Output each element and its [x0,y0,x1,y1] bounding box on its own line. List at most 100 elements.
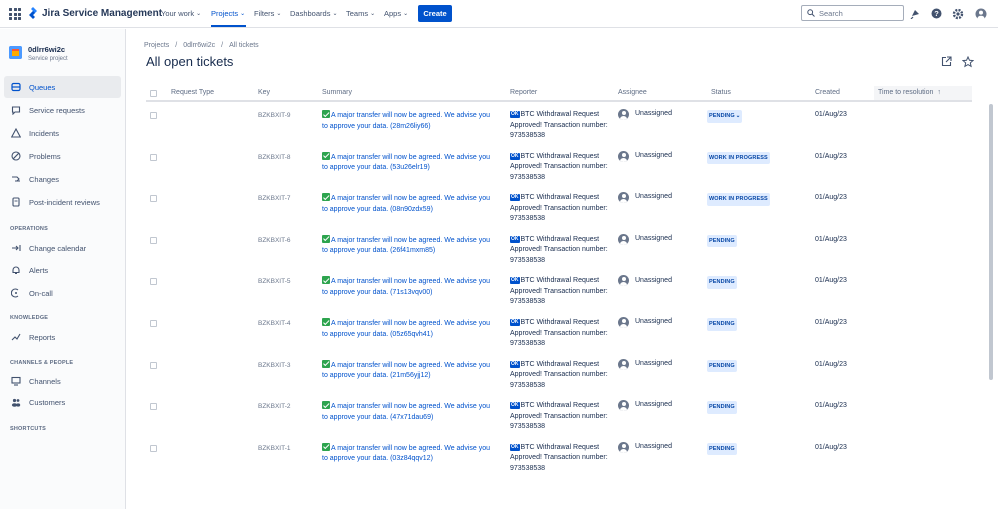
status-badge[interactable]: PENDING⌄ [707,110,743,123]
ticket-summary[interactable]: A major transfer will now be agreed. We … [322,318,492,340]
status-badge[interactable]: PENDING [707,401,737,414]
status-badge[interactable]: WORK IN PROGRESS [707,193,770,206]
ticket-key[interactable]: BZKBXIT-7 [258,194,291,205]
ticket-summary[interactable]: A major transfer will now be agreed. We … [322,193,492,215]
ticket-key[interactable]: BZKBXIT-4 [258,319,291,330]
ticket-assignee[interactable]: Unassigned [618,192,672,204]
ticket-summary[interactable]: A major transfer will now be agreed. We … [322,359,492,382]
ticket-assignee[interactable]: Unassigned [618,233,672,245]
ticket-assignee[interactable]: Unassigned [618,317,672,328]
ticket-summary[interactable]: A major transfer will now be agreed. We … [322,234,492,257]
sidebar-item-problems[interactable]: Problems [4,145,121,167]
status-badge[interactable]: WORK IN PROGRESS [707,151,770,165]
ticket-assignee[interactable]: Unassigned [618,358,672,370]
nav-dashboards[interactable]: Dashboards ⌄ [290,9,337,18]
nav-your-work[interactable]: Your work ⌄ [161,9,201,18]
breadcrumb-project[interactable]: 0dlrr6wi2c [183,42,215,49]
ticket-key[interactable]: BZKBXIT-5 [258,277,291,288]
ticket-assignee[interactable]: Unassigned [618,275,672,287]
table-row[interactable]: BZKBXIT-7 A major transfer will now be ag… [146,188,972,229]
column-reporter[interactable]: Reporter [510,89,537,96]
create-button[interactable]: Create [418,5,452,22]
sidebar-item-change-calendar[interactable]: Change calendar [4,237,121,259]
ticket-key[interactable]: BZKBXIT-9 [258,111,291,122]
row-checkbox[interactable] [150,361,157,369]
ticket-key[interactable]: BZKBXIT-2 [258,402,291,413]
search-box[interactable] [801,5,904,21]
ticket-key[interactable]: BZKBXIT-8 [258,153,291,164]
column-assignee[interactable]: Assignee [618,89,647,96]
sidebar-item-customers[interactable]: Customers [4,391,121,413]
column-created[interactable]: Created [815,89,840,96]
sidebar-item-reports[interactable]: Reports [4,326,121,348]
row-checkbox[interactable] [150,153,157,161]
profile-avatar-icon[interactable] [974,7,987,20]
ticket-status[interactable]: WORK IN PROGRESS [707,193,770,206]
ticket-status[interactable]: PENDING [707,401,737,414]
project-header[interactable]: 0dlrr6wi2c Service project [9,45,68,62]
ticket-status[interactable]: PENDING [707,276,737,289]
ticket-key[interactable]: BZKBXIT-1 [258,444,291,455]
table-row[interactable]: BZKBXIT-4 A major transfer will now be ag… [146,313,972,354]
ticket-summary[interactable]: A major transfer will now be agreed. We … [322,401,492,423]
ticket-assignee[interactable]: Unassigned [618,400,672,412]
column-status[interactable]: Status [711,89,731,96]
table-row[interactable]: BZKBXIT-1 A major transfer will now be ag… [146,438,972,479]
row-checkbox[interactable] [150,195,157,203]
status-badge[interactable]: PENDING [707,442,737,456]
ticket-assignee[interactable]: Unassigned [618,109,672,120]
row-checkbox[interactable] [150,444,157,452]
column-time-to-resolution[interactable]: Time to resolution ↑ [878,89,941,96]
sidebar-item-changes[interactable]: Changes [4,168,121,190]
sidebar-item-service-requests[interactable]: Service requests [4,99,121,121]
table-row[interactable]: BZKBXIT-2 A major transfer will now be ag… [146,396,972,437]
ticket-assignee[interactable]: Unassigned [618,441,672,453]
row-checkbox[interactable] [150,112,157,119]
table-row[interactable]: BZKBXIT-8 A major transfer will now be ag… [146,147,972,188]
ticket-status[interactable]: PENDING [707,234,737,248]
breadcrumb-all-tickets[interactable]: All tickets [229,42,259,49]
sidebar-item-queues[interactable]: Queues [4,76,121,98]
sidebar-item-post-incident-reviews[interactable]: Post-incident reviews [4,191,121,213]
product-logo[interactable]: Jira Service Management [28,7,162,19]
status-badge[interactable]: PENDING [707,234,737,248]
nav-projects[interactable]: Projects ⌄ [211,9,245,18]
nav-filters[interactable]: Filters ⌄ [254,9,281,18]
select-all-checkbox[interactable] [150,90,157,97]
vertical-scrollbar[interactable] [989,104,993,380]
sidebar-item-alerts[interactable]: Alerts [4,259,121,281]
ticket-status[interactable]: WORK IN PROGRESS [707,151,770,165]
row-checkbox[interactable] [150,236,157,244]
ticket-summary[interactable]: A major transfer will now be agreed. We … [322,110,492,132]
ticket-key[interactable]: BZKBXIT-3 [258,361,291,372]
ticket-status[interactable]: PENDING⌄ [707,110,743,123]
column-summary[interactable]: Summary [322,89,352,96]
ticket-summary[interactable]: A major transfer will now be agreed. We … [322,276,492,298]
status-badge[interactable]: PENDING [707,318,737,331]
table-row[interactable]: BZKBXIT-6 A major transfer will now be ag… [146,230,972,271]
breadcrumb-projects[interactable]: Projects [144,42,169,49]
row-checkbox[interactable] [150,403,157,411]
sidebar-item-incidents[interactable]: Incidents [4,122,121,144]
notifications-icon[interactable] [909,7,922,20]
ticket-status[interactable]: PENDING [707,359,737,373]
ticket-key[interactable]: BZKBXIT-6 [258,236,291,247]
column-request-type[interactable]: Request Type [171,89,214,96]
column-key[interactable]: Key [258,89,270,96]
settings-gear-icon[interactable] [951,7,964,20]
sidebar-item-on-call[interactable]: On-call [4,282,121,304]
open-external-icon[interactable] [940,55,953,68]
row-checkbox[interactable] [150,320,157,327]
ticket-summary[interactable]: A major transfer will now be agreed. We … [322,151,492,174]
sidebar-item-channels[interactable]: Channels [4,370,121,392]
row-checkbox[interactable] [150,278,157,286]
table-row[interactable]: BZKBXIT-9 A major transfer will now be ag… [146,105,972,146]
ticket-status[interactable]: PENDING [707,318,737,331]
status-badge[interactable]: PENDING [707,359,737,373]
star-icon[interactable] [961,55,974,68]
ticket-summary[interactable]: A major transfer will now be agreed. We … [322,442,492,465]
ticket-assignee[interactable]: Unassigned [618,150,672,162]
help-icon[interactable]: ? [930,7,943,20]
ticket-status[interactable]: PENDING [707,442,737,456]
app-switcher-icon[interactable] [9,8,21,20]
